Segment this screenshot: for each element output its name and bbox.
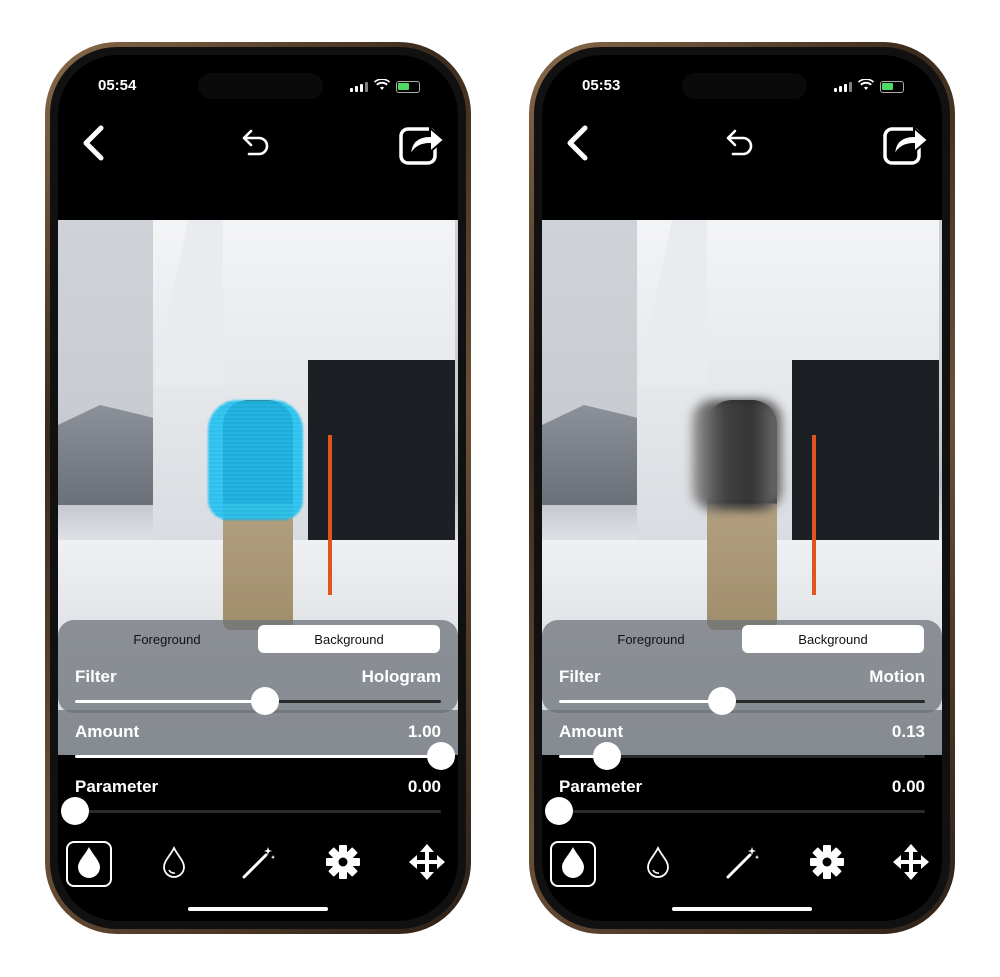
share-button[interactable] <box>398 120 446 171</box>
home-indicator <box>188 907 328 911</box>
filter-slider-fill <box>75 700 266 703</box>
dynamic-island <box>682 73 807 99</box>
phone-mockup: 05:54 Foreground Background Filter Hologr… <box>45 42 471 934</box>
amount-slider-fill <box>75 755 441 758</box>
filter-value: Motion <box>869 667 925 686</box>
magic-wand-icon <box>240 844 276 885</box>
battery-icon <box>880 81 904 93</box>
undo-button[interactable] <box>241 127 273 164</box>
parameter-slider[interactable] <box>545 797 925 825</box>
status-time: 05:53 <box>582 77 621 94</box>
drop-filled-tool-button[interactable] <box>66 841 112 887</box>
filter-value: Hologram <box>361 667 441 686</box>
battery-icon <box>396 81 420 93</box>
filter-slider-knob[interactable] <box>707 687 736 715</box>
filter-label: Filter <box>75 667 117 686</box>
hologram-effect-overlay <box>208 400 303 520</box>
move-arrows-icon <box>409 843 445 885</box>
amount-slider-knob[interactable] <box>592 742 621 770</box>
parameter-label: Parameter <box>75 777 159 796</box>
amount-label: Amount <box>75 722 140 741</box>
filter-slider[interactable] <box>75 687 441 715</box>
drop-outline-tool-button[interactable] <box>151 841 197 887</box>
magic-wand-icon <box>724 844 760 885</box>
share-button[interactable] <box>882 120 930 171</box>
gear-icon <box>809 844 845 885</box>
segment-foreground[interactable]: Foreground <box>76 625 258 653</box>
amount-value: 1.00 <box>407 722 441 741</box>
signal-icon <box>350 82 368 92</box>
parameter-label: Parameter <box>559 777 643 796</box>
amount-slider[interactable] <box>75 742 455 770</box>
bottom-toolbar <box>550 840 934 888</box>
magic-wand-tool-button[interactable] <box>719 841 765 887</box>
filter-slider-fill <box>559 700 722 703</box>
segment-foreground[interactable]: Foreground <box>560 625 742 653</box>
move-arrows-icon <box>893 843 929 885</box>
signal-icon <box>834 82 852 92</box>
parameter-value: 0.00 <box>407 777 441 796</box>
gear-tool-button[interactable] <box>320 841 366 887</box>
gear-icon <box>325 844 361 885</box>
phone-mockup: 05:53 Foreground Background Filter Motion… <box>529 42 955 934</box>
wifi-icon <box>858 78 874 96</box>
amount-slider-knob[interactable] <box>427 742 455 770</box>
drop-filled-icon <box>560 846 586 883</box>
bottom-toolbar <box>66 840 450 888</box>
segment-background[interactable]: Background <box>742 625 924 653</box>
move-arrows-tool-button[interactable] <box>404 841 450 887</box>
drop-outline-tool-button[interactable] <box>635 841 681 887</box>
amount-slider[interactable] <box>559 742 925 770</box>
segment-background[interactable]: Background <box>258 625 440 653</box>
amount-value: 0.13 <box>891 722 925 741</box>
status-time: 05:54 <box>98 77 137 94</box>
drop-outline-icon <box>161 845 187 883</box>
filter-slider[interactable] <box>559 687 925 715</box>
drop-filled-tool-button[interactable] <box>550 841 596 887</box>
parameter-row: Parameter 0.00 <box>559 777 925 797</box>
back-button[interactable] <box>564 125 590 166</box>
segment-control[interactable]: Foreground Background <box>76 625 440 653</box>
motion-blur-effect-overlay <box>692 400 782 510</box>
drop-outline-icon <box>645 845 671 883</box>
parameter-slider-knob[interactable] <box>61 797 89 825</box>
back-button[interactable] <box>80 125 106 166</box>
filter-row: Filter Motion <box>559 667 925 687</box>
magic-wand-tool-button[interactable] <box>235 841 281 887</box>
home-indicator <box>672 907 812 911</box>
amount-label: Amount <box>559 722 624 741</box>
undo-button[interactable] <box>725 127 757 164</box>
parameter-row: Parameter 0.00 <box>75 777 441 797</box>
amount-row: Amount 1.00 <box>75 722 441 742</box>
app-screen: 05:53 Foreground Background Filter Motion… <box>542 55 942 921</box>
move-arrows-tool-button[interactable] <box>888 841 934 887</box>
filter-row: Filter Hologram <box>75 667 441 687</box>
app-screen: 05:54 Foreground Background Filter Hologr… <box>58 55 458 921</box>
filter-label: Filter <box>559 667 601 686</box>
wifi-icon <box>374 78 390 96</box>
parameter-slider-knob[interactable] <box>545 797 573 825</box>
parameter-slider[interactable] <box>61 797 441 825</box>
parameter-value: 0.00 <box>891 777 925 796</box>
gear-tool-button[interactable] <box>804 841 850 887</box>
segment-control[interactable]: Foreground Background <box>560 625 924 653</box>
drop-filled-icon <box>76 846 102 883</box>
amount-row: Amount 0.13 <box>559 722 925 742</box>
dynamic-island <box>198 73 323 99</box>
